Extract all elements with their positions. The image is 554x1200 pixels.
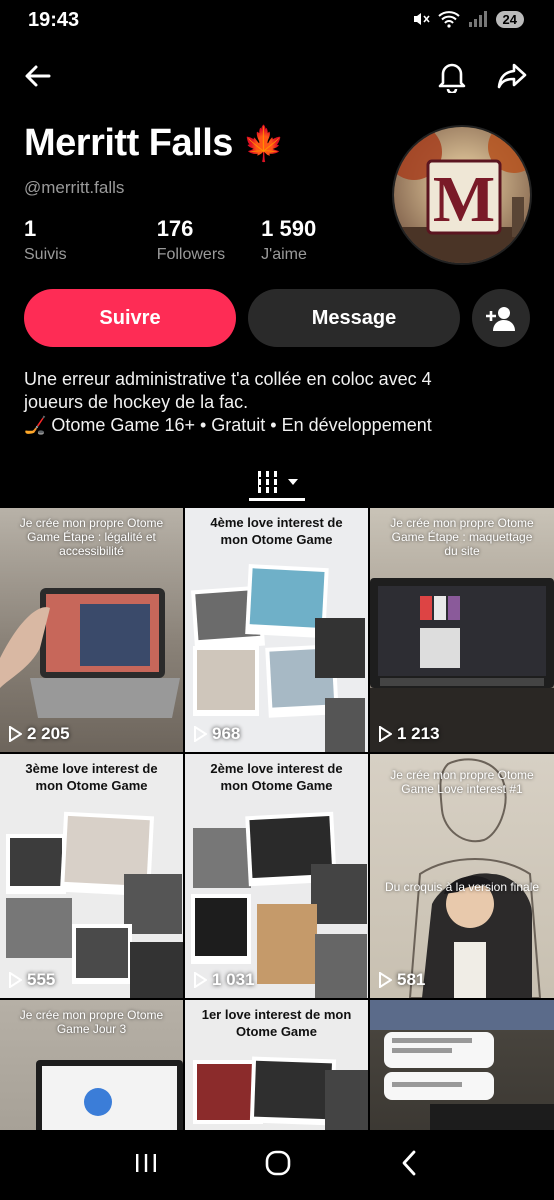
mute-icon xyxy=(413,13,430,25)
wifi-icon xyxy=(437,11,460,28)
video-subcaption: Du croquis à la version finale xyxy=(384,880,540,894)
video-grid: Je crée mon propre Otome Game Étape : lé… xyxy=(0,508,554,1130)
maple-leaf-icon: 🍁 xyxy=(242,124,285,163)
view-count: 581 xyxy=(378,970,425,990)
video-thumbnail[interactable]: Je crée mon propre Otome Game Love inter… xyxy=(370,754,554,998)
video-thumbnail[interactable] xyxy=(370,1000,554,1130)
video-caption: Je crée mon propre Otome Game Love inter… xyxy=(390,768,534,796)
stat-likes[interactable]: 1 590 J'aime xyxy=(261,216,316,264)
follow-button[interactable]: Suivre xyxy=(24,289,236,347)
message-button[interactable]: Message xyxy=(248,289,460,347)
back-icon[interactable] xyxy=(397,1149,421,1182)
add-user-icon xyxy=(486,307,515,331)
stat-following[interactable]: 1 Suivis xyxy=(24,216,67,264)
stat-number: 1 590 xyxy=(261,216,317,241)
view-count: 1 031 xyxy=(193,970,255,990)
video-caption: Je crée mon propre Otome Game Étape : ma… xyxy=(390,516,534,558)
stat-number: 1 xyxy=(24,216,37,241)
play-icon xyxy=(9,972,22,988)
play-icon xyxy=(194,726,207,742)
video-caption: Je crée mon propre Otome Game Étape : lé… xyxy=(19,516,164,558)
chevron-down-icon xyxy=(288,479,298,485)
status-bar: 19:43 24 xyxy=(0,0,554,44)
tab-videos-grid[interactable] xyxy=(256,469,298,495)
video-caption: 3ème love interest de mon Otome Game xyxy=(25,761,158,793)
view-count-text: 581 xyxy=(397,970,426,989)
profile-name-text: Merritt Falls xyxy=(24,122,233,164)
stat-followers[interactable]: 176 Followers xyxy=(157,216,225,264)
video-caption: Je crée mon propre Otome Game Jour 3 xyxy=(19,1008,164,1036)
avatar[interactable]: M xyxy=(392,125,532,265)
share-icon[interactable] xyxy=(492,56,532,96)
view-count-text: 2 205 xyxy=(27,724,70,743)
status-time: 19:43 xyxy=(28,9,80,31)
stat-number: 176 xyxy=(156,216,194,241)
profile-handle: @merritt.falls xyxy=(24,178,125,197)
video-thumbnail[interactable]: 2ème love interest de mon Otome Game 1 0… xyxy=(185,754,368,998)
view-count: 2 205 xyxy=(8,724,70,744)
view-count: 555 xyxy=(8,970,55,990)
battery-badge: 24 xyxy=(495,10,524,28)
avatar-letter: M xyxy=(433,163,495,236)
bio-line: joueurs de hockey de la fac. xyxy=(24,392,249,412)
active-tab-indicator xyxy=(249,498,305,501)
view-count-text: 1 213 xyxy=(397,724,440,743)
content-tabbar xyxy=(0,462,554,502)
view-count-text: 555 xyxy=(27,970,56,989)
profile-name: Merritt Falls 🍁 xyxy=(24,122,285,165)
video-thumbnail[interactable]: 3ème love interest de mon Otome Game 555 xyxy=(0,754,183,998)
profile-stats: 1 Suivis 176 Followers 1 590 J'aime xyxy=(24,216,352,264)
add-friend-button[interactable] xyxy=(472,289,530,347)
bio-line: 🏒 Otome Game 16+ • Gratuit • En développ… xyxy=(24,415,432,435)
video-thumbnail[interactable]: Je crée mon propre Otome Game Jour 3 xyxy=(0,1000,183,1130)
view-count: 968 xyxy=(193,724,240,744)
signal-icon xyxy=(468,11,487,27)
grid-columns-icon xyxy=(258,471,277,493)
play-icon xyxy=(9,726,22,742)
video-thumbnail[interactable]: 1er love interest de mon Otome Game xyxy=(185,1000,368,1130)
play-icon xyxy=(194,972,207,988)
top-navigation xyxy=(0,52,554,100)
recent-apps-icon[interactable] xyxy=(133,1151,159,1180)
video-thumbnail[interactable]: Je crée mon propre Otome Game Étape : lé… xyxy=(0,508,183,752)
back-arrow-icon[interactable] xyxy=(18,56,58,96)
bio-line: Une erreur administrative t'a collée en … xyxy=(24,369,432,389)
video-thumbnail[interactable]: 4ème love interest de mon Otome Game 968 xyxy=(185,508,368,752)
video-caption: 2ème love interest de mon Otome Game xyxy=(210,761,343,793)
play-icon xyxy=(379,972,392,988)
profile-bio: Une erreur administrative t'a collée en … xyxy=(24,368,524,437)
play-icon xyxy=(379,726,392,742)
system-navigation-bar xyxy=(0,1130,554,1200)
video-caption: 1er love interest de mon Otome Game xyxy=(201,1007,352,1039)
view-count-text: 1 031 xyxy=(212,970,255,989)
video-caption: 4ème love interest de mon Otome Game xyxy=(210,515,343,547)
stat-label: J'aime xyxy=(261,246,307,263)
video-thumbnail[interactable]: Je crée mon propre Otome Game Étape : ma… xyxy=(370,508,554,752)
view-count-text: 968 xyxy=(212,724,241,743)
stat-label: Followers xyxy=(156,246,226,263)
view-count: 1 213 xyxy=(378,724,440,744)
status-icons: 24 xyxy=(412,10,524,28)
home-icon[interactable] xyxy=(264,1149,292,1182)
bell-icon[interactable] xyxy=(432,56,472,96)
stat-label: Suivis xyxy=(24,246,67,263)
